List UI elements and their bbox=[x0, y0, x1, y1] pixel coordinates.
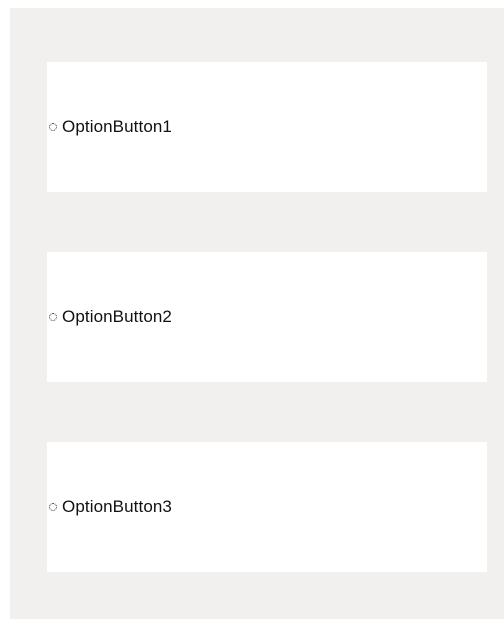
option-panel-1: OptionButton1 bbox=[47, 62, 487, 192]
option-label-3: OptionButton3 bbox=[62, 497, 172, 516]
option-panel-3: OptionButton3 bbox=[47, 442, 487, 572]
option-button-1[interactable]: OptionButton1 bbox=[49, 117, 172, 137]
option-button-3[interactable]: OptionButton3 bbox=[49, 497, 172, 517]
option-label-1: OptionButton1 bbox=[62, 117, 172, 136]
option-label-2: OptionButton2 bbox=[62, 307, 172, 326]
radio-icon[interactable] bbox=[49, 123, 57, 131]
radio-icon[interactable] bbox=[49, 313, 57, 321]
radio-icon[interactable] bbox=[49, 503, 57, 511]
option-panel-2: OptionButton2 bbox=[47, 252, 487, 382]
option-button-2[interactable]: OptionButton2 bbox=[49, 307, 172, 327]
